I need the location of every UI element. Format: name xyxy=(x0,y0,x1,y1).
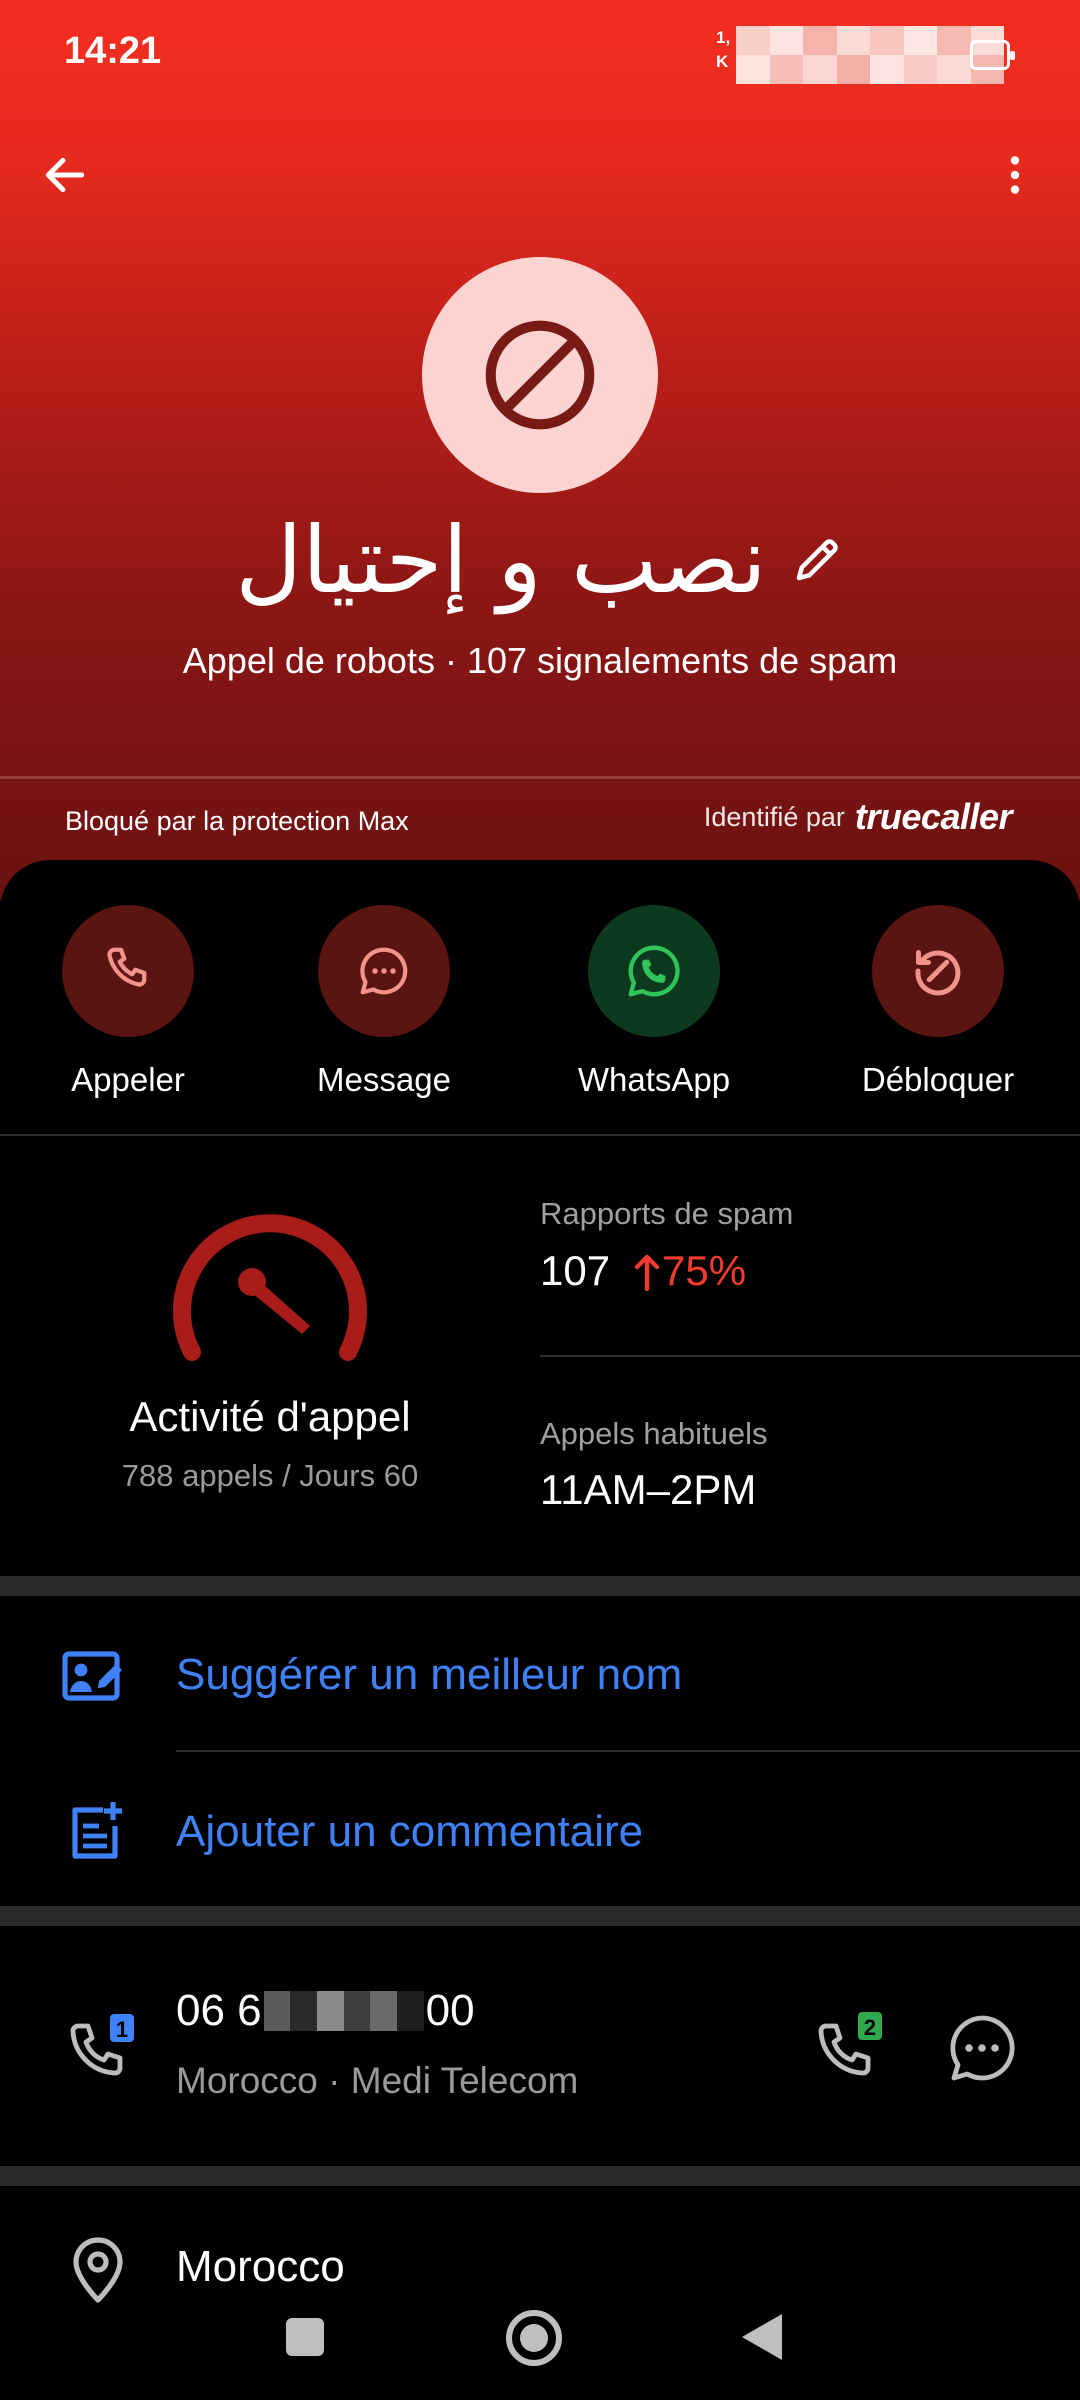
status-icons: 1, K xyxy=(716,26,1015,84)
nav-back-button[interactable] xyxy=(742,2314,782,2360)
spam-reports-value: 107 xyxy=(540,1247,611,1294)
spam-reports-label: Rapports de spam xyxy=(540,1196,794,1231)
location-text: Morocco xyxy=(176,2242,345,2291)
usual-calls-label: Appels habituels xyxy=(540,1416,768,1451)
avatar xyxy=(422,257,658,493)
battery-icon xyxy=(970,40,1015,70)
status-bar: 14:21 1, K xyxy=(0,0,1080,100)
call-activity-subtitle: 788 appels / Jours 60 xyxy=(121,1458,419,1493)
status-redacted-block xyxy=(736,26,1004,84)
actions-divider xyxy=(0,1134,1080,1136)
home-button[interactable] xyxy=(506,2310,562,2366)
spam-change-value: 75% xyxy=(662,1247,747,1294)
phone-number[interactable]: 06 6 00 xyxy=(176,1986,475,2036)
add-comment-label: Ajouter un commentaire xyxy=(176,1807,644,1856)
call-button[interactable] xyxy=(62,905,194,1037)
message-button[interactable] xyxy=(318,905,450,1037)
action-buttons: Appeler Message WhatsApp Débloquer xyxy=(0,905,1080,1105)
sim2-call-button[interactable]: 2 xyxy=(810,2008,890,2088)
call-action[interactable]: Appeler xyxy=(18,905,238,1099)
hero-divider xyxy=(0,776,1080,779)
add-comment-row[interactable]: Ajouter un commentaire xyxy=(0,1771,1080,1891)
arrow-up-icon xyxy=(634,1254,660,1291)
more-vertical-icon xyxy=(1010,156,1020,194)
add-note-icon xyxy=(60,1796,130,1866)
arrow-left-icon xyxy=(45,157,85,193)
section-separator xyxy=(0,1576,1080,1596)
section-separator-2 xyxy=(0,1906,1080,1926)
sim1-call-button[interactable]: 1 xyxy=(62,2010,138,2086)
links-divider xyxy=(176,1750,1080,1752)
contact-name: نصب و إحتيال xyxy=(235,506,767,614)
recents-button[interactable] xyxy=(286,2318,324,2356)
edit-name-button[interactable] xyxy=(789,532,845,588)
edit-card-icon xyxy=(60,1639,130,1709)
phone-number-prefix: 06 6 xyxy=(176,1986,262,2035)
message-label: Message xyxy=(317,1061,451,1098)
phone-number-redacted xyxy=(263,1991,424,2031)
call-label: Appeler xyxy=(71,1061,185,1098)
unblock-button[interactable] xyxy=(872,905,1004,1037)
message-number-button[interactable] xyxy=(942,2008,1022,2088)
contact-name-row: نصب و إحتيال xyxy=(0,505,1080,615)
call-activity-title: Activité d'appel xyxy=(129,1393,411,1440)
contact-subtitle: Appel de robots · 107 signalements de sp… xyxy=(182,640,898,681)
whatsapp-action[interactable]: WhatsApp xyxy=(544,905,764,1099)
sim2-badge: 2 xyxy=(864,2015,876,2040)
phone-number-suffix: 00 xyxy=(425,1986,475,2035)
whatsapp-button[interactable] xyxy=(588,905,720,1037)
message-action[interactable]: Message xyxy=(274,905,494,1099)
unblock-icon xyxy=(915,950,961,996)
stats-divider xyxy=(540,1355,1080,1357)
sim1-badge: 1 xyxy=(116,2017,128,2042)
status-time: 14:21 xyxy=(64,30,162,72)
back-button[interactable] xyxy=(30,140,100,210)
system-nav-bar xyxy=(0,2290,1080,2400)
unblock-action[interactable]: Débloquer xyxy=(828,905,1048,1099)
whatsapp-icon xyxy=(628,945,680,997)
section-separator-3 xyxy=(0,2166,1080,2186)
phone-carrier: Morocco · Medi Telecom xyxy=(176,2060,579,2101)
unblock-label: Débloquer xyxy=(861,1061,1015,1098)
truecaller-logo: truecaller xyxy=(854,796,1013,837)
identified-by-label: Identifié par xyxy=(703,801,845,832)
chat-bubble-icon xyxy=(360,947,408,995)
spam-change: 75% xyxy=(634,1247,746,1295)
phone-icon xyxy=(107,947,147,987)
identified-by: Identifié par truecaller xyxy=(703,796,1013,838)
suggest-name-label: Suggérer un meilleur nom xyxy=(176,1650,683,1699)
status-small-text: 1, K xyxy=(716,28,731,71)
speedometer-icon xyxy=(173,1214,367,1361)
pencil-icon xyxy=(796,539,838,581)
whatsapp-label: WhatsApp xyxy=(577,1061,731,1098)
blocked-by-text: Bloqué par la protection Max xyxy=(65,806,409,836)
suggest-name-row[interactable]: Suggérer un meilleur nom xyxy=(0,1614,1080,1734)
block-icon xyxy=(485,320,595,430)
usual-calls-value: 11AM–2PM xyxy=(540,1466,757,1513)
more-options-button[interactable] xyxy=(980,140,1050,210)
